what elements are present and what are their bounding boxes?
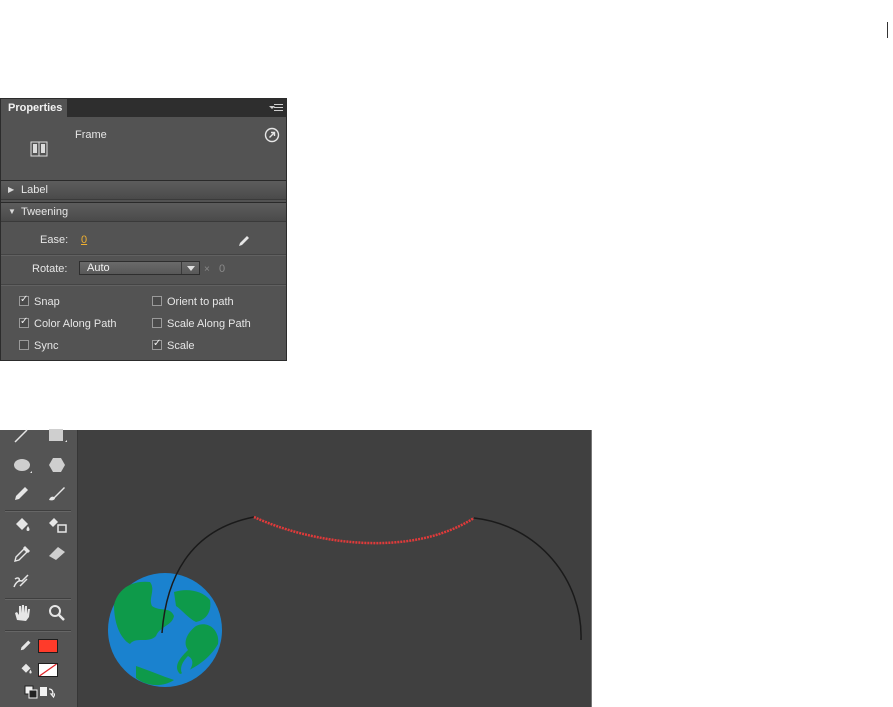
hand-icon [15,605,30,621]
divider [1,254,286,256]
paint-bucket-tool[interactable] [10,514,34,536]
bone-tool[interactable] [10,570,34,592]
collapse-triangle-icon: ▼ [8,207,16,216]
frame-type-label: Frame [75,129,107,141]
toolbar-divider [5,598,71,600]
section-label[interactable]: ▶ Label [1,180,286,200]
oval-icon [14,459,32,473]
scale-checkbox[interactable] [152,338,162,350]
eyedropper-icon [14,546,30,562]
section-tweening-title: Tweening [21,206,69,218]
eyedropper-tool[interactable] [10,542,34,564]
edit-ease-pencil-icon[interactable] [237,234,251,248]
toolbar-divider [5,630,71,632]
motion-path-selected-segment[interactable] [253,515,475,545]
eraser-icon [49,547,65,560]
scale-along-path-checkbox[interactable] [152,318,162,328]
chevron-down-icon [181,262,199,274]
panel-menu-icon[interactable] [269,102,283,114]
rotate-select[interactable]: Auto [79,261,200,275]
rotation-count[interactable]: 0 [219,263,225,275]
orient-to-path-checkbox[interactable] [152,296,162,306]
goto-arrow-icon[interactable] [264,127,280,143]
pencil-tool[interactable] [10,482,34,504]
properties-panel: Properties Frame ▶ Label ▼ Tweening Ease… [0,98,287,361]
tools-panel [0,429,78,707]
eraser-tool[interactable] [45,542,69,564]
section-tweening[interactable]: ▼ Tweening [1,202,286,222]
motion-path-right[interactable] [473,517,582,641]
divider [1,284,286,286]
fill-color-bucket-icon [17,660,35,678]
scale-along-path-label: Scale Along Path [167,318,251,330]
swap-colors-icon[interactable] [39,685,56,699]
window-edge [887,22,888,38]
expand-triangle-icon: ▶ [8,185,15,194]
bone-icon [13,574,29,588]
sync-checkbox[interactable] [19,340,29,350]
brush-icon [49,487,65,501]
frame-icon [30,141,48,157]
rectangle-icon [49,429,67,442]
line-tool[interactable] [10,424,34,446]
oval-tool[interactable] [10,454,34,476]
rectangle-tool[interactable] [45,424,69,446]
stage-artwork [108,515,582,687]
pencil-icon [15,487,28,500]
paint-bucket-icon [16,518,30,531]
globe-graphic[interactable] [108,573,222,687]
fill-color-swatch-none[interactable] [38,663,58,677]
hand-tool[interactable] [10,602,34,624]
section-label-title: Label [21,184,48,196]
color-along-path-checkbox[interactable] [19,316,29,328]
default-colors-icon[interactable] [24,685,38,699]
orient-to-path-label: Orient to path [167,296,234,308]
panel-tabbar: Properties [1,99,286,117]
ink-bottle-icon [49,518,67,533]
stroke-color-pencil-icon [17,636,35,654]
times-symbol: × [204,264,210,275]
ink-bottle-tool[interactable] [45,514,69,536]
line-icon [14,429,28,443]
zoom-tool[interactable] [45,602,69,624]
rotate-label: Rotate: [32,263,68,275]
zoom-icon [49,605,65,621]
rotate-select-value: Auto [87,262,110,274]
ease-label: Ease: [40,234,69,246]
polystar-icon [49,458,65,472]
ease-value[interactable]: 0 [81,234,87,246]
polystar-tool[interactable] [45,454,69,476]
toolbar-divider [5,510,71,512]
brush-tool[interactable] [45,482,69,504]
snap-checkbox[interactable] [19,294,29,306]
snap-label: Snap [34,296,60,308]
stroke-color-swatch[interactable] [38,639,58,653]
tab-properties[interactable]: Properties [1,99,67,117]
color-along-path-label: Color Along Path [34,318,117,330]
sync-label: Sync [34,340,59,352]
scale-label: Scale [167,340,195,352]
